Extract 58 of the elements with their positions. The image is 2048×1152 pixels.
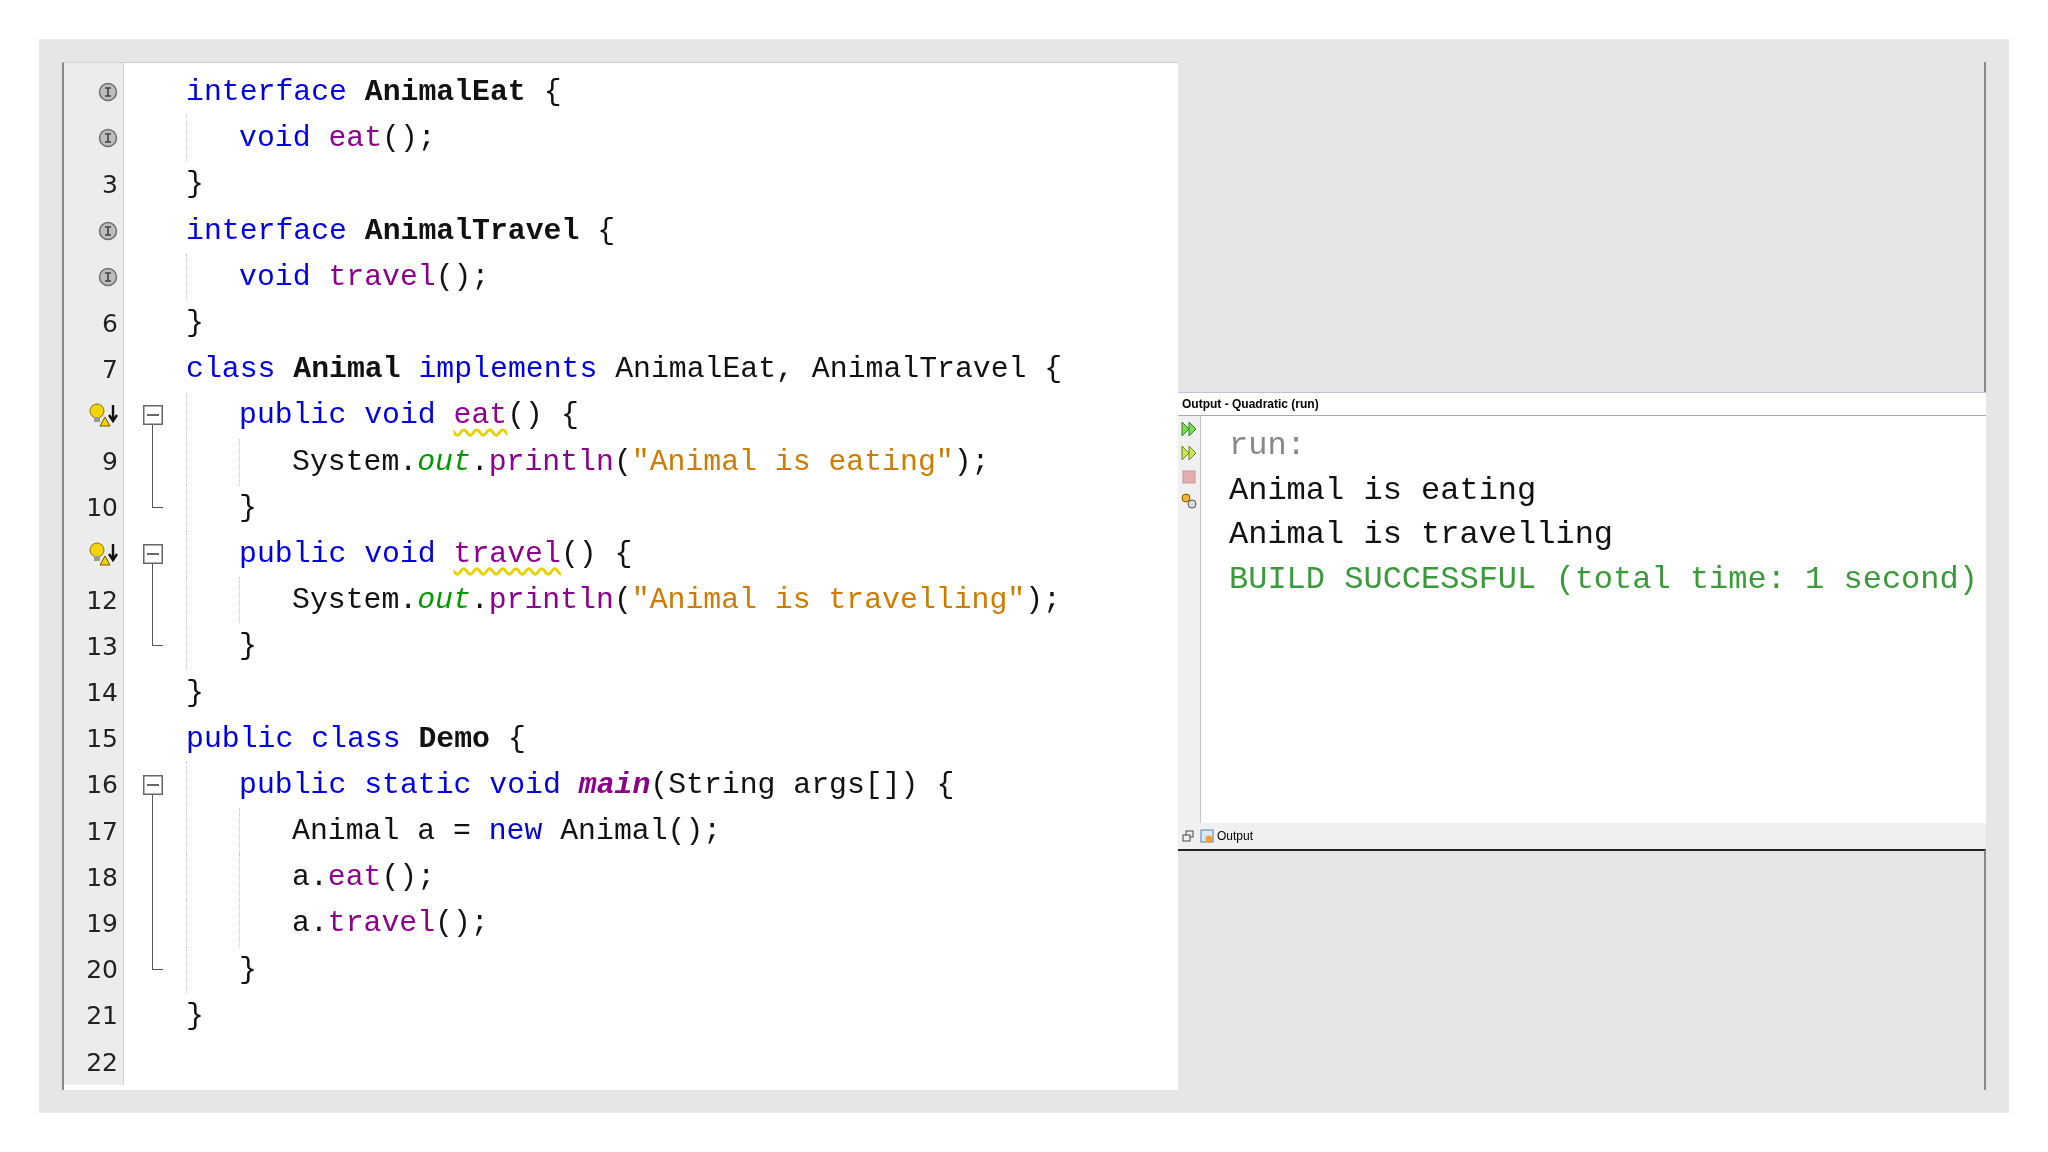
line-number: 15 [86, 724, 118, 754]
line-number: 12 [86, 585, 118, 615]
code-line: System.out.println("Animal is travelling"); [292, 583, 1061, 618]
output-line: BUILD SUCCESSFUL (total time: 1 second) [1229, 559, 1978, 600]
line-number: 20 [86, 955, 118, 985]
code-line: } [239, 952, 257, 987]
line-number: 19 [86, 908, 118, 938]
line-number: 21 [86, 1001, 118, 1031]
output-line: Animal is travelling [1229, 515, 1615, 556]
code-line: public static void main(String args[]) { [239, 767, 955, 802]
code-line: System.out.println("Animal is eating"); [292, 444, 990, 479]
code-line: } [239, 490, 257, 525]
fold-toggle-icon[interactable] [143, 774, 163, 795]
line-number: 16 [86, 770, 118, 800]
code-line: public class Demo { [186, 721, 526, 756]
line-number: 7 [102, 354, 118, 384]
code-line: interface AnimalEat { [186, 75, 562, 110]
fold-toggle-icon[interactable] [143, 405, 163, 426]
line-number: 18 [86, 862, 118, 892]
line-number: 14 [86, 678, 118, 708]
code-line: a.eat(); [292, 860, 436, 895]
line-number: 10 [86, 493, 118, 523]
code-line: } [186, 306, 204, 341]
restore-window-icon[interactable] [1182, 830, 1194, 842]
lightbulb-arrow-icon[interactable] [88, 402, 118, 429]
panel-title: Output - Quadratic (run) [1178, 393, 1986, 416]
gutter-badge-icon[interactable] [98, 220, 118, 241]
code-line: class Animal implements AnimalEat, AnimalTravel { [186, 352, 1063, 387]
line-number: 13 [86, 631, 118, 661]
code-line: } [239, 629, 257, 664]
output-window-icon [1200, 829, 1214, 843]
code-line: public void travel() { [239, 536, 633, 571]
code-line: void travel(); [239, 259, 490, 294]
code-line: } [186, 998, 204, 1033]
line-number: 17 [86, 816, 118, 846]
code-editor[interactable] [62, 62, 1178, 1090]
fold-toggle-icon[interactable] [143, 543, 163, 564]
double-play-icon-button[interactable] [1180, 420, 1198, 438]
gutter-badge-icon[interactable] [98, 266, 118, 287]
line-number: 9 [102, 447, 118, 477]
output-line: Animal is eating [1229, 470, 1538, 511]
code-line: interface AnimalTravel { [186, 213, 616, 248]
code-line: a.travel(); [292, 906, 489, 941]
gears-icon-button[interactable] [1180, 492, 1198, 510]
line-number: 6 [102, 308, 118, 338]
gutter-badge-icon[interactable] [98, 82, 118, 103]
code-line: } [186, 675, 204, 710]
lightbulb-arrow-icon[interactable] [88, 540, 118, 567]
code-line: public void eat() { [239, 398, 579, 433]
line-number: 22 [86, 1047, 118, 1077]
line-number: 3 [102, 169, 118, 199]
code-line: } [186, 167, 204, 202]
output-tab[interactable]: Output [1200, 829, 1254, 843]
double-play-icon-button[interactable] [1180, 444, 1198, 462]
code-line: Animal a = new Animal(); [292, 814, 722, 849]
output-line: run: [1229, 426, 1307, 466]
gutter-badge-icon[interactable] [98, 128, 118, 149]
code-line: void eat(); [239, 121, 436, 156]
